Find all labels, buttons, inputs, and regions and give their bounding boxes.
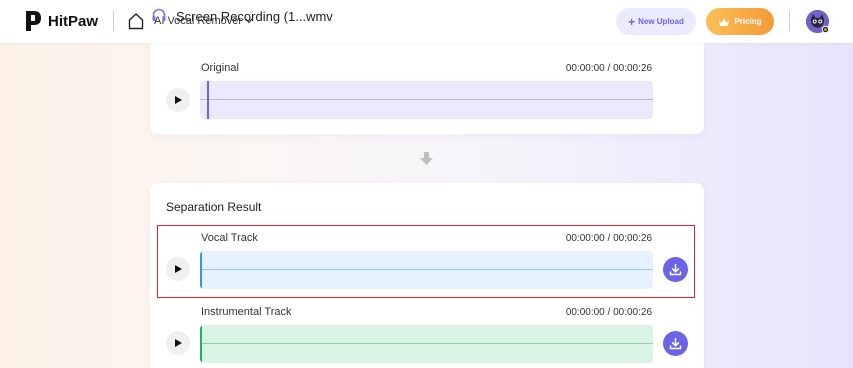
arrow-down-icon xyxy=(420,152,433,165)
vocal-track-highlight xyxy=(157,225,695,298)
plus-icon: + xyxy=(628,14,636,29)
headset-icon xyxy=(152,8,166,21)
play-icon xyxy=(175,339,182,347)
new-upload-button[interactable]: + New Upload xyxy=(616,8,696,35)
new-upload-label: New Upload xyxy=(638,17,684,26)
waveform-baseline xyxy=(200,343,653,344)
top-bar: HitPaw AI Vocal Remover Screen Recording… xyxy=(0,0,853,43)
original-waveform[interactable] xyxy=(200,81,653,119)
download-icon xyxy=(669,337,682,350)
brand-name: HitPaw xyxy=(48,12,99,30)
home-icon[interactable] xyxy=(128,12,144,30)
original-time: 00:00:00 / 00:00:26 xyxy=(565,63,652,74)
instrumental-track-time: 00:00:00 / 00:00:26 xyxy=(565,307,652,318)
avatar-face-icon xyxy=(806,10,830,34)
avatar[interactable] xyxy=(806,10,830,34)
pricing-button[interactable]: Pricing xyxy=(706,8,774,35)
original-label: Original xyxy=(201,62,239,74)
hitpaw-logo-icon xyxy=(26,11,41,31)
original-card: Original 00:00:00 / 00:00:26 xyxy=(150,40,704,134)
divider xyxy=(789,11,790,31)
playhead[interactable] xyxy=(200,325,202,363)
divider xyxy=(113,11,114,31)
instrumental-waveform[interactable] xyxy=(200,325,653,363)
pricing-label: Pricing xyxy=(734,17,762,26)
crown-icon xyxy=(719,18,730,26)
playhead[interactable] xyxy=(207,81,209,119)
original-play-button[interactable] xyxy=(166,88,190,112)
instrumental-play-button[interactable] xyxy=(166,331,190,355)
instrumental-download-button[interactable] xyxy=(663,331,688,356)
instrumental-track-label: Instrumental Track xyxy=(201,306,292,318)
brand-logo[interactable]: HitPaw xyxy=(24,9,98,33)
waveform-baseline xyxy=(200,99,653,100)
section-title: Separation Result xyxy=(166,200,262,214)
file-title: Screen Recording (1...wmv xyxy=(176,9,333,24)
play-icon xyxy=(175,96,182,104)
